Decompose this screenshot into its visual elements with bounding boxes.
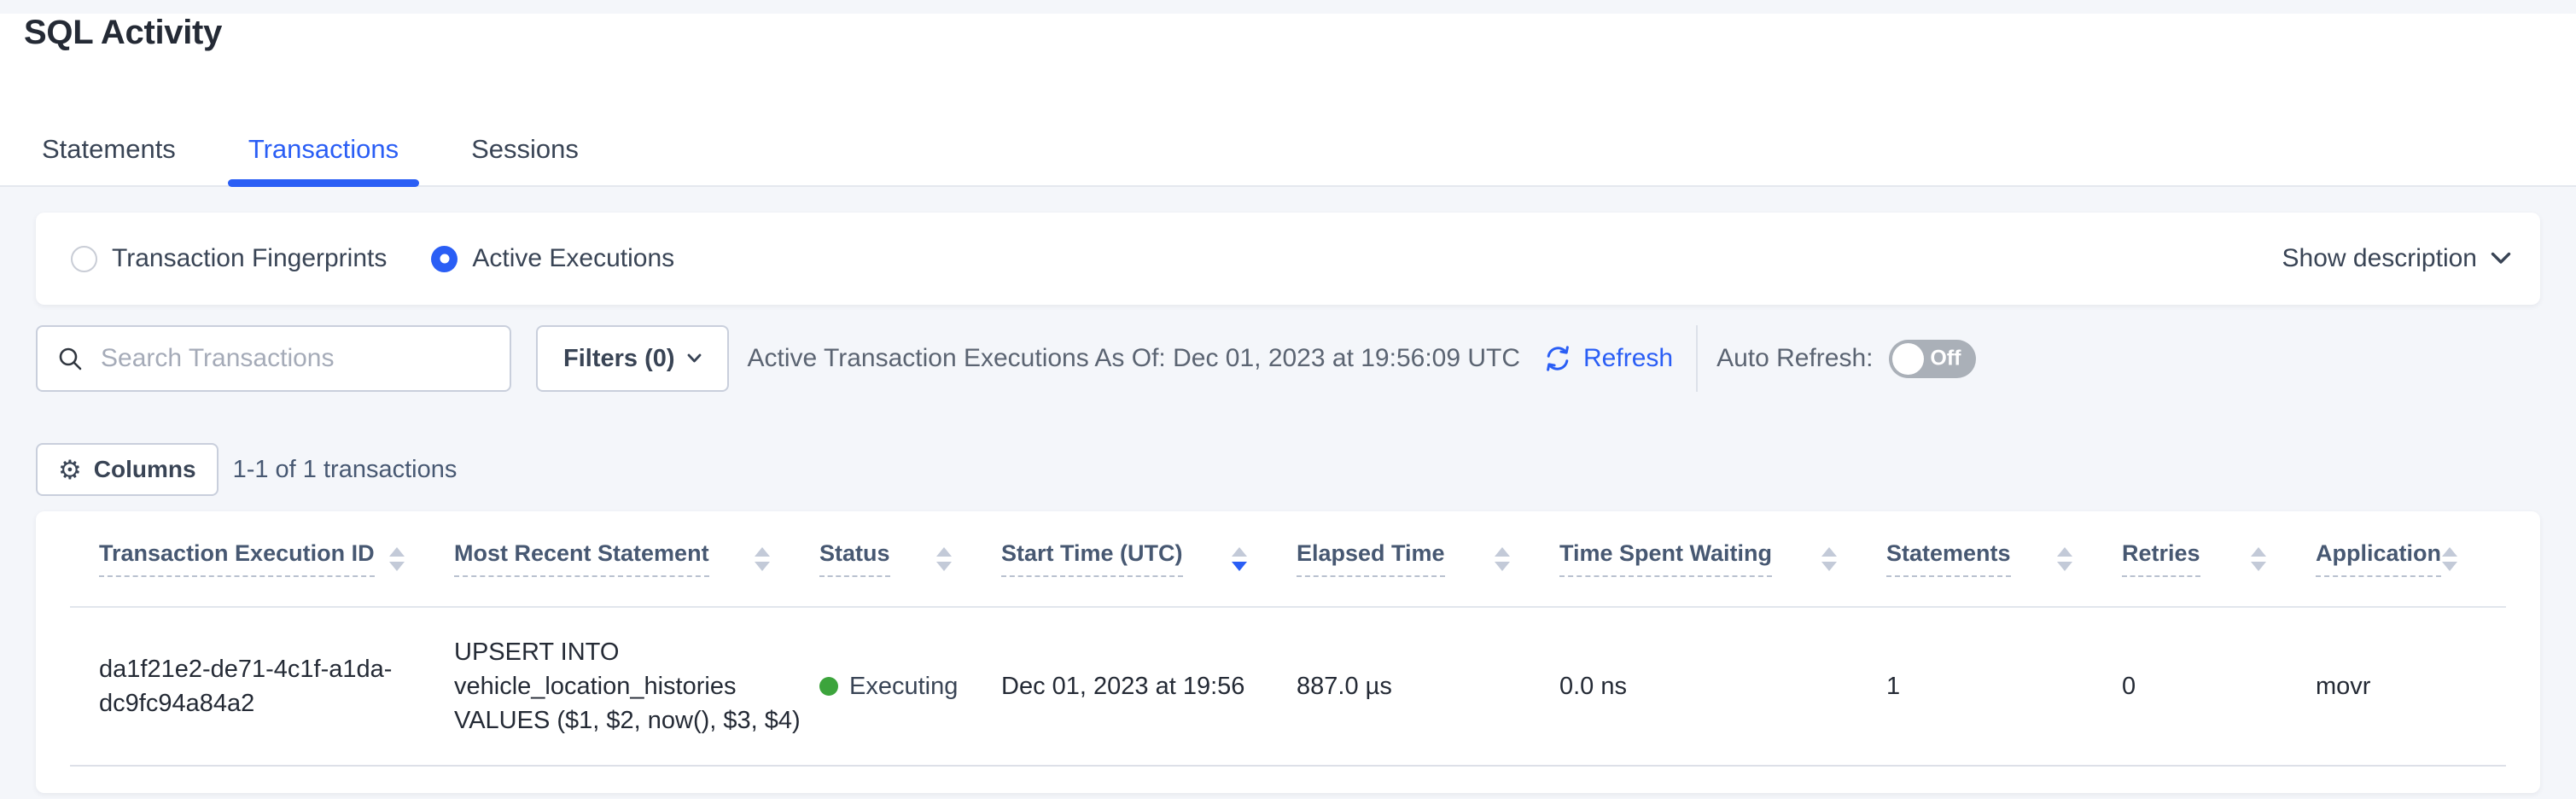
cell-time-spent-waiting: 0.0 ns bbox=[1559, 607, 1885, 766]
refresh-button[interactable]: Refresh bbox=[1542, 343, 1673, 374]
gear-icon: ⚙ bbox=[58, 457, 82, 483]
page-header: SQL Activity Statements Transactions Ses… bbox=[0, 14, 2576, 187]
sort-icon[interactable] bbox=[1821, 547, 1837, 571]
column-header-transaction-execution-id[interactable]: Transaction Execution ID bbox=[70, 511, 453, 607]
cell-retries: 0 bbox=[2121, 607, 2315, 766]
search-box[interactable] bbox=[36, 325, 511, 392]
radio-label: Transaction Fingerprints bbox=[112, 244, 387, 273]
result-count: 1-1 of 1 transactions bbox=[233, 456, 458, 484]
controls-row: Filters (0) Active Transaction Execution… bbox=[36, 325, 2540, 392]
status-label: Executing bbox=[849, 669, 958, 703]
column-header-status[interactable]: Status bbox=[819, 511, 1000, 607]
toggle-knob bbox=[1892, 343, 1924, 375]
column-header-retries[interactable]: Retries bbox=[2121, 511, 2315, 607]
column-header-most-recent-statement[interactable]: Most Recent Statement bbox=[453, 511, 819, 607]
column-header-time-spent-waiting[interactable]: Time Spent Waiting bbox=[1559, 511, 1885, 607]
view-mode-card: Transaction Fingerprints Active Executio… bbox=[36, 213, 2540, 305]
table-row[interactable]: da1f21e2-de71-4c1f-a1da-dc9fc94a84a2 UPS… bbox=[70, 607, 2506, 766]
columns-button[interactable]: ⚙ Columns bbox=[36, 443, 219, 496]
cell-start-time: Dec 01, 2023 at 19:56 bbox=[1000, 607, 1296, 766]
divider bbox=[1696, 325, 1698, 392]
radio-unselected-icon[interactable] bbox=[71, 246, 97, 272]
column-header-application[interactable]: Application bbox=[2315, 511, 2506, 607]
auto-refresh-label: Auto Refresh: bbox=[1716, 344, 1873, 373]
transactions-table-card: Transaction Execution ID Most Recent Sta… bbox=[36, 511, 2540, 793]
chevron-down-icon bbox=[687, 353, 702, 364]
tab-bar: Statements Transactions Sessions bbox=[21, 134, 599, 185]
cell-application: movr bbox=[2315, 607, 2506, 766]
as-of-timestamp: Active Transaction Executions As Of: Dec… bbox=[748, 344, 1520, 373]
columns-label: Columns bbox=[94, 456, 196, 483]
auto-refresh-toggle[interactable]: Off bbox=[1889, 340, 1976, 378]
sort-icon[interactable] bbox=[389, 547, 405, 571]
cell-statements: 1 bbox=[1885, 607, 2121, 766]
page-title: SQL Activity bbox=[24, 14, 2576, 52]
sort-icon[interactable] bbox=[2251, 547, 2266, 571]
sort-icon-descending[interactable] bbox=[1232, 547, 1247, 571]
refresh-label: Refresh bbox=[1583, 344, 1673, 373]
radio-label: Active Executions bbox=[472, 244, 674, 273]
sort-icon[interactable] bbox=[2057, 547, 2072, 571]
search-icon bbox=[56, 345, 84, 372]
cell-elapsed-time: 887.0 µs bbox=[1296, 607, 1559, 766]
table-toolbar: ⚙ Columns 1-1 of 1 transactions bbox=[36, 443, 2540, 496]
executing-status-dot-icon bbox=[819, 677, 838, 696]
transactions-table: Transaction Execution ID Most Recent Sta… bbox=[70, 511, 2506, 767]
column-header-statements[interactable]: Statements bbox=[1885, 511, 2121, 607]
show-description-button[interactable]: Show description bbox=[2282, 244, 2511, 273]
sort-icon[interactable] bbox=[2442, 547, 2457, 571]
show-description-label: Show description bbox=[2282, 244, 2477, 273]
page-content: Transaction Fingerprints Active Executio… bbox=[0, 213, 2576, 793]
sort-icon[interactable] bbox=[1495, 547, 1510, 571]
column-header-elapsed-time[interactable]: Elapsed Time bbox=[1296, 511, 1559, 607]
filters-label: Filters (0) bbox=[563, 345, 675, 373]
refresh-icon bbox=[1542, 343, 1573, 374]
cell-most-recent-statement: UPSERT INTO vehicle_location_histories V… bbox=[453, 607, 819, 766]
tab-sessions[interactable]: Sessions bbox=[451, 134, 599, 185]
radio-active-executions[interactable]: Active Executions bbox=[431, 244, 674, 273]
radio-transaction-fingerprints[interactable]: Transaction Fingerprints bbox=[71, 244, 387, 273]
toggle-state-label: Off bbox=[1930, 347, 1961, 371]
cell-status: Executing bbox=[819, 607, 1000, 766]
column-header-start-time[interactable]: Start Time (UTC) bbox=[1000, 511, 1296, 607]
view-mode-radio-group: Transaction Fingerprints Active Executio… bbox=[71, 244, 674, 273]
sort-icon[interactable] bbox=[755, 547, 770, 571]
tab-statements[interactable]: Statements bbox=[21, 134, 196, 185]
table-header-row: Transaction Execution ID Most Recent Sta… bbox=[70, 511, 2506, 607]
filters-button[interactable]: Filters (0) bbox=[536, 325, 729, 392]
chevron-down-icon bbox=[2491, 252, 2511, 265]
tab-transactions[interactable]: Transactions bbox=[228, 134, 419, 185]
sort-icon[interactable] bbox=[936, 547, 952, 571]
search-input[interactable] bbox=[99, 343, 498, 374]
cell-transaction-execution-id[interactable]: da1f21e2-de71-4c1f-a1da-dc9fc94a84a2 bbox=[70, 607, 453, 766]
radio-selected-icon[interactable] bbox=[431, 246, 458, 272]
